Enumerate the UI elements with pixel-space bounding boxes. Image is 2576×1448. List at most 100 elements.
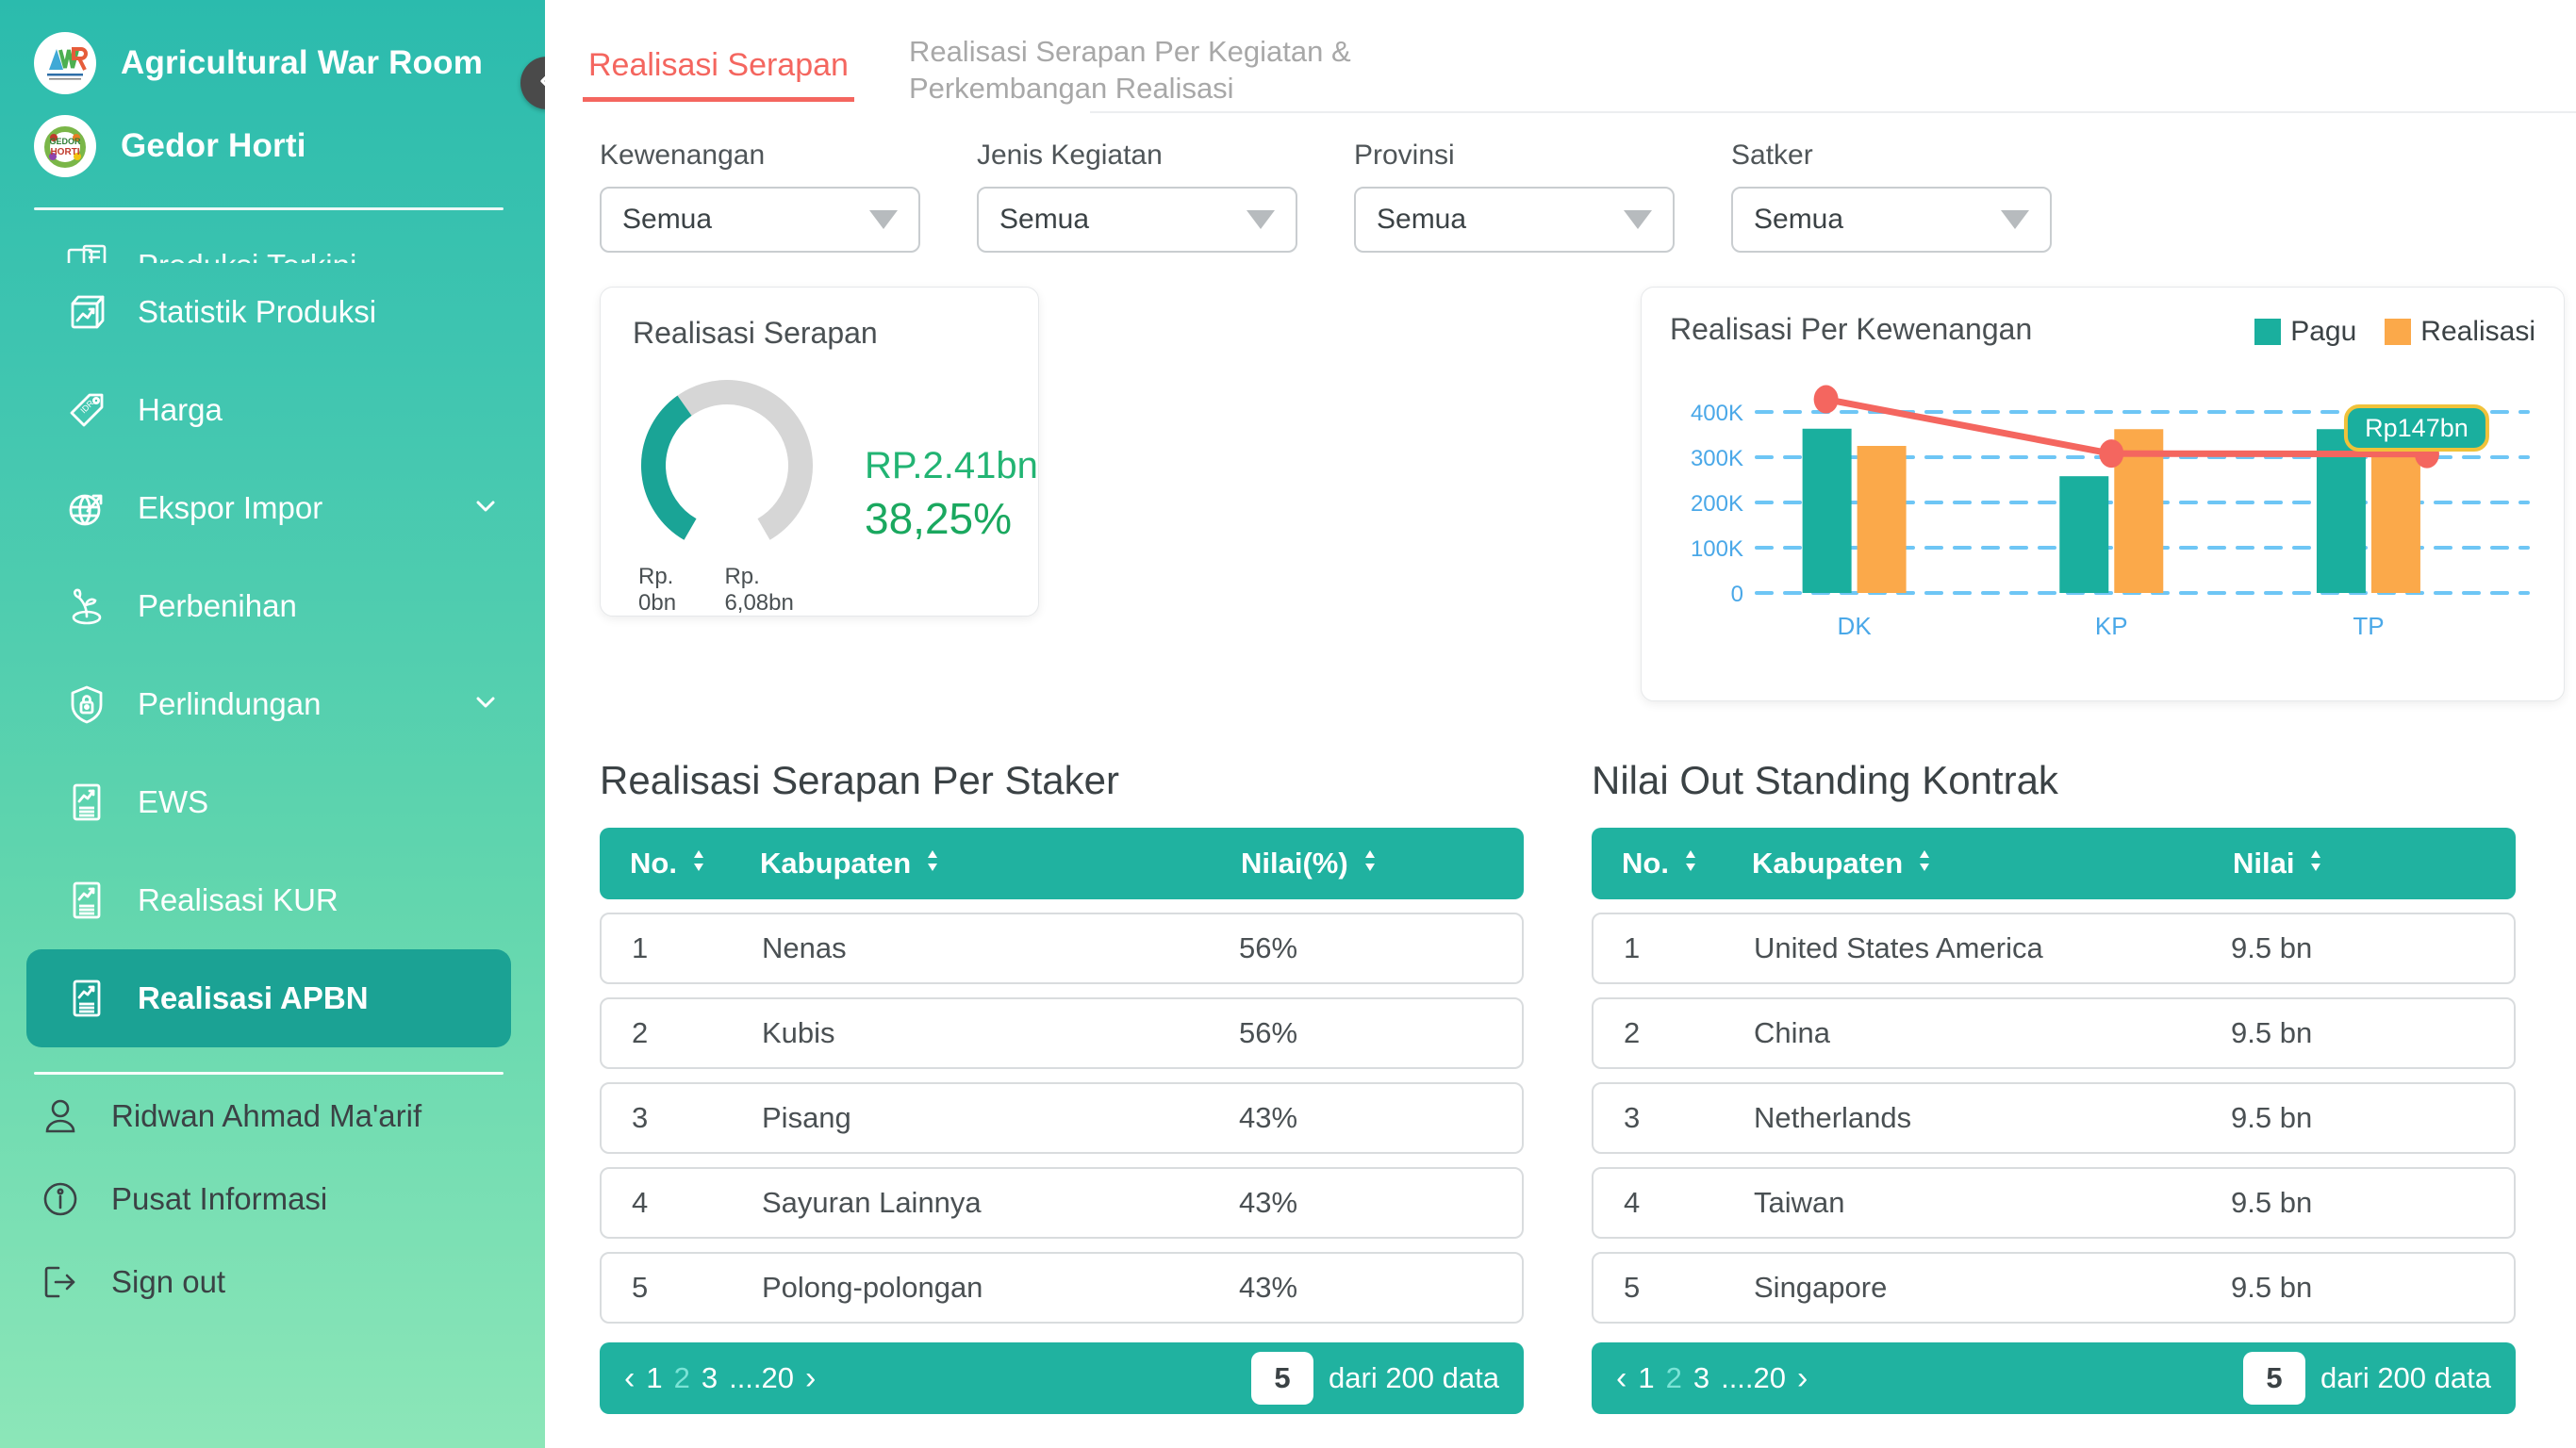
prev-page-button[interactable]: ‹	[1616, 1360, 1627, 1397]
sidebar-item-perlindungan[interactable]: Perlindungan	[26, 655, 511, 753]
column-header-kabupaten[interactable]: Kabupaten	[1752, 847, 2233, 880]
sidebar-item-ekspor-impor[interactable]: Ekspor Impor	[26, 459, 511, 557]
sidebar-item-pusat-informasi[interactable]: Pusat Informasi	[0, 1158, 545, 1241]
sidebar-item-produksi-terkini[interactable]: Produksi Terkini	[26, 210, 511, 263]
sidebar-item-realisasi-kur[interactable]: Realisasi KUR	[26, 851, 511, 949]
svg-text:100K: 100K	[1691, 536, 1743, 562]
table-row[interactable]: 3 Netherlands 9.5 bn	[1592, 1082, 2516, 1154]
table-row[interactable]: 2 Kubis 56%	[600, 997, 1524, 1069]
table-row[interactable]: 3 Pisang 43%	[600, 1082, 1524, 1154]
cell-no: 1	[632, 931, 649, 964]
sidebar-item-perbenihan[interactable]: Perbenihan	[26, 557, 511, 655]
column-header-kabupaten[interactable]: Kabupaten	[760, 847, 1241, 880]
cell-no: 3	[1624, 1101, 1641, 1134]
page-last-button[interactable]: ....20	[1721, 1361, 1786, 1395]
filter-bar: Kewenangan Semua Jenis Kegiatan Semua Pr…	[545, 113, 2576, 253]
page-2-button[interactable]: 2	[1666, 1361, 1682, 1395]
svg-text:DK: DK	[1838, 612, 1873, 640]
total-data-label: dari 200 data	[1329, 1361, 1499, 1394]
legend-item-realisasi[interactable]: Realisasi	[2385, 316, 2535, 348]
column-header-label: Kabupaten	[1752, 847, 1904, 880]
column-header-nilai[interactable]: Nilai(%)	[1241, 847, 1524, 880]
sidebar-footer-label: Ridwan Ahmad Ma'arif	[111, 1098, 422, 1133]
column-header-label: Nilai(%)	[1241, 847, 1348, 880]
table-header-row: No. Kabupaten Nilai	[1592, 828, 2516, 899]
table-row[interactable]: 2 China 9.5 bn	[1592, 997, 2516, 1069]
brand-awr[interactable]: Agricultural War Room	[0, 32, 545, 94]
sidebar-footer-label: Sign out	[111, 1264, 226, 1299]
sidebar-item-realisasi-apbn[interactable]: Realisasi APBN	[26, 949, 511, 1047]
sort-icon[interactable]	[924, 847, 941, 880]
sidebar-item-label: Statistik Produksi	[138, 294, 377, 329]
page-1-button[interactable]: 1	[1638, 1361, 1654, 1395]
table-row[interactable]: 1 Nenas 56%	[600, 913, 1524, 984]
select-value: Semua	[999, 204, 1090, 235]
brand-label-awr: Agricultural War Room	[121, 44, 484, 81]
per-page-input[interactable]: 5	[1251, 1352, 1314, 1405]
sidebar-item-label: Harga	[138, 392, 223, 427]
sort-icon[interactable]	[2307, 847, 2324, 880]
column-header-no[interactable]: No.	[600, 847, 760, 880]
cell-value: 9.5 bn	[2231, 1016, 2313, 1049]
column-header-label: Nilai	[2233, 847, 2295, 880]
jenis-kegiatan-select[interactable]: Semua	[977, 187, 1297, 253]
chevron-down-icon[interactable]	[471, 688, 500, 721]
satker-select[interactable]: Semua	[1731, 187, 2052, 253]
sidebar-item-statistik-produksi[interactable]: Statistik Produksi	[26, 263, 511, 361]
report-icon	[60, 977, 113, 1020]
sidebar-item-ews[interactable]: EWS	[26, 753, 511, 851]
table-title: Realisasi Serapan Per Staker	[600, 758, 1119, 802]
cell-no: 2	[632, 1016, 649, 1049]
sort-icon[interactable]	[690, 847, 707, 880]
sidebar-item-sign-out[interactable]: Sign out	[0, 1241, 545, 1324]
sort-icon[interactable]	[1916, 847, 1933, 880]
chevron-down-icon[interactable]	[471, 492, 500, 525]
sort-icon[interactable]	[1362, 847, 1379, 880]
gauge-range-labels: Rp. 0bn Rp. 6,08bn	[638, 564, 821, 617]
gauge-max-label: Rp. 6,08bn	[724, 564, 794, 616]
table-row[interactable]: 4 Taiwan 9.5 bn	[1592, 1167, 2516, 1239]
page-1-button[interactable]: 1	[646, 1361, 662, 1395]
sidebar-item-user-profile[interactable]: Ridwan Ahmad Ma'arif	[0, 1075, 545, 1158]
page-3-button[interactable]: 3	[1693, 1361, 1709, 1395]
next-page-button[interactable]: ›	[1797, 1360, 1808, 1397]
brand-gedor-horti[interactable]: GEDOR HORTI Gedor Horti	[0, 115, 545, 177]
table-row[interactable]: 4 Sayuran Lainnya 43%	[600, 1167, 1524, 1239]
provinsi-select[interactable]: Semua	[1354, 187, 1675, 253]
table-row[interactable]: 5 Singapore 9.5 bn	[1592, 1252, 2516, 1324]
prev-page-button[interactable]: ‹	[624, 1360, 635, 1397]
gauge-min-label: Rp. 0bn	[638, 564, 677, 616]
table-realisasi-serapan-per-staker: Realisasi Serapan Per Staker No. Kabupat…	[600, 758, 1524, 1414]
sidebar-item-label: Produksi Terkini	[138, 248, 356, 263]
chart-legend: Pagu Realisasi	[2254, 312, 2535, 348]
kewenangan-select[interactable]: Semua	[600, 187, 920, 253]
page-2-button[interactable]: 2	[674, 1361, 690, 1395]
cell-value: 9.5 bn	[2231, 1271, 2313, 1304]
cell-name: China	[1754, 1016, 1830, 1049]
column-header-label: No.	[630, 847, 677, 880]
sort-icon[interactable]	[1682, 847, 1699, 880]
filter-satker: Satker Semua	[1731, 140, 2052, 253]
legend-item-pagu[interactable]: Pagu	[2254, 316, 2356, 348]
tab-realisasi-serapan[interactable]: Realisasi Serapan	[583, 17, 854, 102]
cell-value: 43%	[1239, 1186, 1298, 1219]
gedor-horti-logo-icon: GEDOR HORTI	[34, 115, 96, 177]
sidebar-item-harga[interactable]: IDR Harga	[26, 361, 511, 459]
cell-name: Nenas	[762, 931, 847, 964]
legend-label: Realisasi	[2420, 316, 2535, 347]
chevron-down-icon	[1247, 210, 1275, 229]
column-header-nilai[interactable]: Nilai	[2233, 847, 2516, 880]
next-page-button[interactable]: ›	[805, 1360, 816, 1397]
table-row[interactable]: 1 United States America 9.5 bn	[1592, 913, 2516, 984]
table-row[interactable]: 5 Polong-polongan 43%	[600, 1252, 1524, 1324]
cell-value: 43%	[1239, 1271, 1298, 1304]
brand-label-gedor-horti: Gedor Horti	[121, 127, 306, 164]
gauge-card-title: Realisasi Serapan	[633, 316, 878, 350]
per-page-input[interactable]: 5	[2243, 1352, 2306, 1405]
chevron-down-icon	[869, 210, 898, 229]
page-3-button[interactable]: 3	[702, 1361, 718, 1395]
cell-name: Singapore	[1754, 1271, 1888, 1304]
cell-name: Netherlands	[1754, 1101, 1912, 1134]
page-last-button[interactable]: ....20	[729, 1361, 794, 1395]
column-header-no[interactable]: No.	[1592, 847, 1752, 880]
